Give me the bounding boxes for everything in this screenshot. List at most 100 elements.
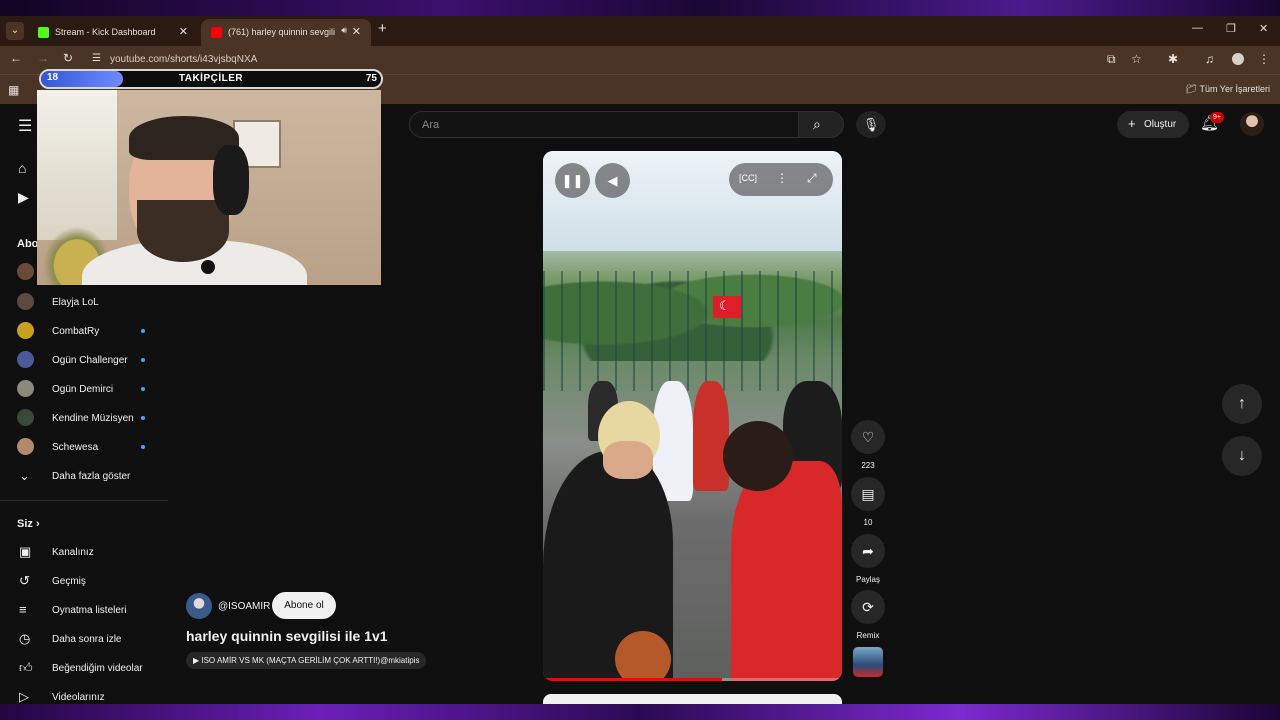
follower-goal-label: TAKİPÇİLER: [178, 73, 244, 84]
subscribe-button[interactable]: Abone ol: [272, 592, 336, 619]
url-field[interactable]: youtube.com/shorts/i43vjsbqNXA: [110, 54, 257, 65]
sound-thumbnail[interactable]: [853, 647, 883, 677]
browser-menu-icon[interactable]: ⋮: [1258, 52, 1270, 66]
notification-count-badge: 9+: [1210, 112, 1224, 123]
channel-name: Schewesa: [52, 442, 99, 453]
sidebar-item-liked-videos[interactable]: 👍︎ Beğendiğim videolar: [17, 658, 167, 678]
you-section-label: Siz: [17, 518, 33, 530]
video-progress-bar[interactable]: [543, 678, 842, 681]
sidebar-item-label: Oynatma listeleri: [52, 605, 127, 616]
new-content-dot: [141, 416, 145, 420]
sidebar-item-watch-later[interactable]: ◷ Daha sonra izle: [17, 629, 167, 649]
microphone-icon: 🎙︎: [862, 117, 880, 132]
comment-icon[interactable]: ▤: [851, 477, 885, 511]
arrow-up-icon: ↑: [1238, 395, 1246, 412]
close-window-button[interactable]: ✕: [1259, 22, 1268, 35]
previous-short-button[interactable]: ↑: [1222, 384, 1262, 424]
media-controls-icon[interactable]: ♫: [1205, 52, 1214, 66]
back-icon[interactable]: ←: [10, 51, 22, 65]
channel-avatar[interactable]: [186, 593, 212, 619]
channel-avatar: [17, 438, 34, 455]
voice-search-button[interactable]: 🎙︎: [856, 111, 886, 138]
sidebar-item-label: Beğendiğim videolar: [52, 663, 143, 674]
install-app-icon[interactable]: ⧉: [1107, 52, 1116, 67]
tab-youtube-short[interactable]: (761) harley quinnin sevgili 🔊︎ ✕: [201, 19, 371, 46]
volume-icon: ◀: [607, 173, 618, 188]
apps-grid-icon[interactable]: ▦: [8, 83, 19, 97]
turkish-flag-image: [713, 296, 741, 318]
channel-name: Elayja LoL: [52, 297, 99, 308]
share-label: Paylaş: [855, 575, 880, 584]
follower-goal-target: 75: [365, 73, 377, 84]
speaker-icon[interactable]: 🔊︎: [341, 25, 347, 36]
create-button[interactable]: + Oluştur: [1117, 111, 1189, 138]
close-tab-icon[interactable]: ✕: [352, 25, 361, 38]
sidebar-item-label: Geçmiş: [52, 576, 86, 587]
more-options-icon[interactable]: ⋮: [776, 171, 788, 185]
menu-icon[interactable]: ☰: [18, 116, 32, 136]
new-tab-button[interactable]: +: [378, 20, 387, 37]
sidebar-item-playlists[interactable]: ≡ Oynatma listeleri: [17, 600, 167, 620]
plus-icon: +: [1128, 116, 1136, 131]
history-icon: ↺: [19, 573, 30, 588]
channel-avatar: [17, 380, 34, 397]
related-video-chip[interactable]: ▶ ISO AMİR VS MK (MAÇTA GERİLİM ÇOK ARTT…: [186, 652, 427, 669]
subscription-item[interactable]: CombatRy: [17, 321, 167, 341]
watch-later-icon: ◷: [19, 631, 31, 646]
player-controls-pill: [CC] ⋮ ⤢: [729, 163, 833, 196]
minimize-button[interactable]: —: [1192, 22, 1203, 34]
volume-button[interactable]: ◀: [595, 163, 630, 198]
channel-handle[interactable]: @ISOAMIR: [218, 601, 270, 612]
like-icon[interactable]: ♡: [851, 420, 885, 454]
close-tab-icon[interactable]: ✕: [179, 25, 188, 38]
share-action[interactable]: ➦ Paylaş: [851, 534, 885, 584]
shorts-icon[interactable]: ▶: [18, 189, 29, 206]
stream-frame-top: [0, 0, 1280, 16]
share-icon[interactable]: ➦: [851, 534, 885, 568]
captions-icon[interactable]: [CC]: [739, 173, 757, 183]
subscription-item[interactable]: Ogün Challenger: [17, 350, 167, 370]
reload-icon[interactable]: ↻: [63, 51, 73, 65]
new-content-dot: [141, 387, 145, 391]
streamer-beard: [137, 200, 229, 262]
fullscreen-icon[interactable]: ⤢: [807, 171, 817, 186]
subscriptions-heading[interactable]: Abo: [17, 238, 38, 250]
site-info-icon[interactable]: ☰: [92, 53, 101, 64]
remix-action[interactable]: ⟳ Remix: [851, 590, 885, 640]
all-bookmarks-label: Tüm Yer İşaretleri: [1199, 84, 1270, 94]
search-input[interactable]: Ara: [409, 111, 799, 138]
liked-icon: 👍︎: [19, 660, 33, 675]
sidebar-item-your-channel[interactable]: ▣ Kanalınız: [17, 542, 167, 562]
account-avatar[interactable]: [1240, 112, 1264, 136]
remix-icon[interactable]: ⟳: [851, 590, 885, 624]
all-bookmarks-folder[interactable]: 📁︎ Tüm Yer İşaretleri: [1186, 84, 1270, 95]
comment-action[interactable]: ▤ 10: [851, 477, 885, 527]
search-button[interactable]: ⌕: [798, 111, 844, 138]
sidebar-item-history[interactable]: ↺ Geçmiş: [17, 571, 167, 591]
subscription-item[interactable]: Ogün Demirci: [17, 379, 167, 399]
tab-search-button[interactable]: ⌄: [6, 22, 24, 40]
like-action[interactable]: ♡ 223: [851, 420, 885, 470]
subscription-item[interactable]: Kendine Müzisyen: [17, 408, 167, 428]
channel-avatar: [17, 263, 34, 280]
channel-name: Kendine Müzisyen: [52, 413, 134, 424]
subscription-item[interactable]: Elayja LoL: [17, 292, 167, 312]
extensions-icon[interactable]: ✱: [1168, 52, 1178, 66]
headset-icon: [213, 145, 249, 215]
short-video-player[interactable]: ❚❚ ◀ [CC] ⋮ ⤢: [543, 151, 842, 681]
subscription-item[interactable]: Schewesa: [17, 437, 167, 457]
next-short-preview[interactable]: [543, 694, 842, 704]
show-more-button[interactable]: ⌄ Daha fazla göster: [17, 466, 167, 486]
next-short-button[interactable]: ↓: [1222, 436, 1262, 476]
maximize-button[interactable]: ❐: [1226, 22, 1236, 35]
chevron-down-icon: ⌄: [19, 468, 30, 483]
home-icon[interactable]: ⌂: [18, 160, 26, 176]
pause-button[interactable]: ❚❚: [555, 163, 590, 198]
tab-kick-dashboard[interactable]: Stream - Kick Dashboard ✕: [28, 19, 198, 46]
bookmark-star-icon[interactable]: ☆: [1131, 52, 1142, 66]
forward-icon[interactable]: →: [37, 51, 49, 65]
you-section-heading[interactable]: Siz ›: [17, 518, 40, 530]
profile-avatar[interactable]: [1230, 51, 1246, 67]
search-icon: ⌕: [813, 116, 821, 132]
stream-frame-bottom: [0, 704, 1280, 720]
